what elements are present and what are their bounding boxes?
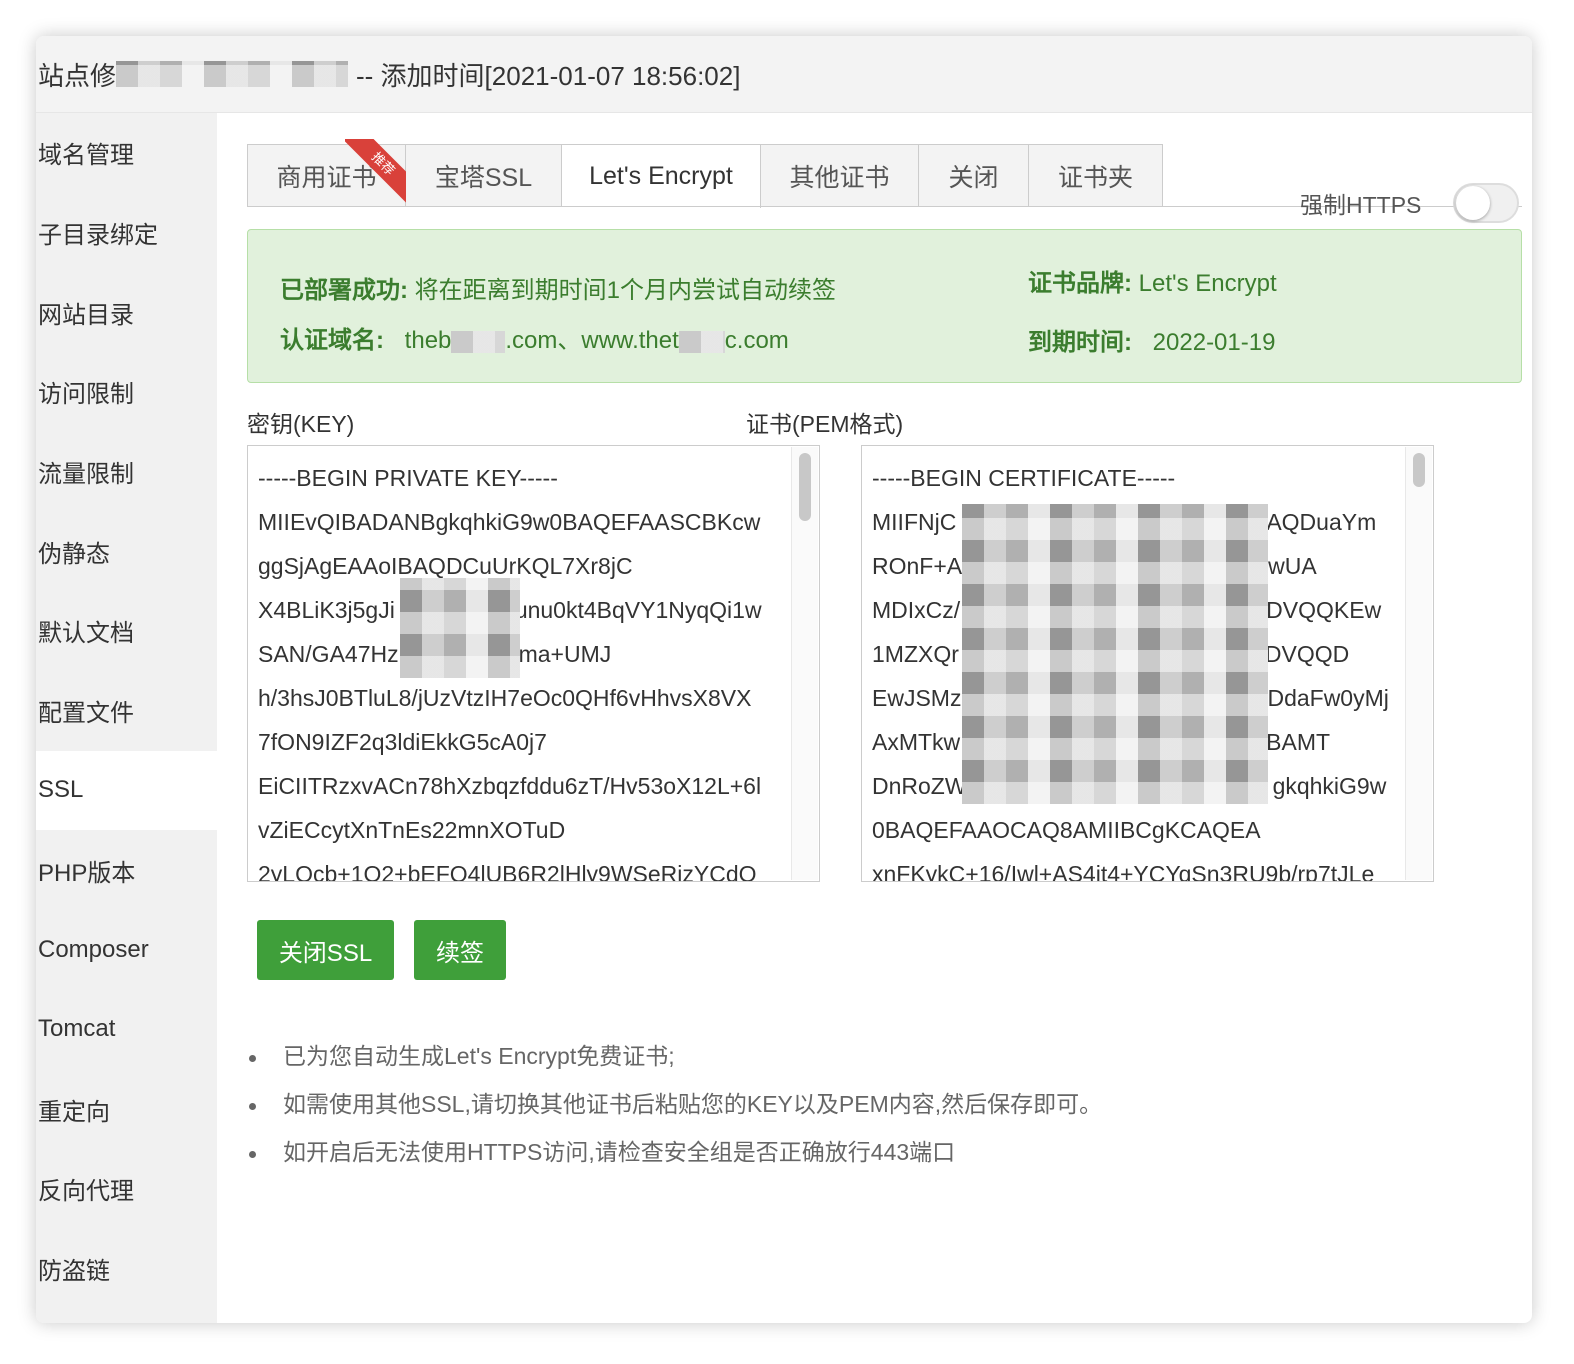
renew-button[interactable]: 续签 bbox=[414, 920, 506, 980]
key-text: -----BEGIN PRIVATE KEY----- MIIEvQIBADAN… bbox=[258, 465, 762, 882]
sidebar-item-label: SSL bbox=[38, 776, 84, 804]
cert-scrollbar[interactable] bbox=[1405, 447, 1432, 880]
recommended-badge: 推荐 bbox=[345, 139, 409, 203]
sidebar-item-php-version[interactable]: PHP版本 bbox=[36, 830, 217, 910]
tab-baota-ssl[interactable]: 宝塔SSL bbox=[406, 145, 562, 207]
key-scrollbar[interactable] bbox=[791, 447, 818, 880]
certificate-textarea[interactable]: -----BEGIN CERTIFICATE----- MIIFNjC AQDua… bbox=[861, 445, 1434, 882]
sidebar-item-label: 反向代理 bbox=[38, 1178, 134, 1206]
ssl-panel: 商用证书 推荐 宝塔SSL Let's Encrypt 其他证书 关闭 证书夹 … bbox=[217, 113, 1532, 1323]
sidebar-item-ssl[interactable]: SSL bbox=[36, 750, 217, 831]
ssl-tips-list: 已为您自动生成Let's Encrypt免费证书; 如需使用其他SSL,请切换其… bbox=[247, 1033, 1102, 1177]
sidebar-item-label: PHP版本 bbox=[38, 859, 136, 887]
sidebar-item-label: 域名管理 bbox=[38, 142, 134, 170]
key-label: 密钥(KEY) bbox=[247, 411, 355, 437]
toggle-knob bbox=[1456, 186, 1490, 220]
sidebar-item-default-doc[interactable]: 默认文档 bbox=[36, 591, 217, 671]
sidebar-item-traffic-limit[interactable]: 流量限制 bbox=[36, 432, 217, 512]
tip-item: 已为您自动生成Let's Encrypt免费证书; bbox=[247, 1033, 1102, 1081]
cert-label: 证书(PEM格式) bbox=[746, 411, 904, 437]
force-https-toggle[interactable] bbox=[1453, 183, 1519, 223]
site-settings-window: 站点修 -- 添加时间[2021-01-07 18:56:02] 域名管理 子目… bbox=[36, 36, 1532, 1323]
cert-status-alert: 已部署成功: 将在距离到期时间1个月内尝试自动续签 认证域名: theb .com… bbox=[247, 229, 1522, 383]
tab-label: 关闭 bbox=[948, 164, 999, 192]
sidebar-item-reverse-proxy[interactable]: 反向代理 bbox=[36, 1149, 217, 1229]
sidebar-item-label: 网站目录 bbox=[38, 301, 134, 329]
redacted-domain bbox=[678, 330, 725, 353]
tab-label: Let's Encrypt bbox=[589, 162, 733, 190]
sidebar-item-label: 重定向 bbox=[38, 1098, 110, 1126]
tab-lets-encrypt[interactable]: Let's Encrypt bbox=[562, 145, 761, 208]
deploy-status: 已部署成功: 将在距离到期时间1个月内尝试自动续签 bbox=[280, 277, 837, 304]
sidebar-item-label: Composer bbox=[38, 935, 149, 963]
sidebar-item-access-limit[interactable]: 访问限制 bbox=[36, 352, 217, 432]
title-added-time: -- 添加时间[2021-01-07 18:56:02] bbox=[356, 60, 741, 91]
tab-other-cert[interactable]: 其他证书 bbox=[761, 145, 919, 207]
tip-item: 如开启后无法使用HTTPS访问,请检查安全组是否正确放行443端口 bbox=[247, 1129, 1102, 1177]
sidebar-item-label: 默认文档 bbox=[38, 620, 134, 648]
sidebar-item-subdirectory[interactable]: 子目录绑定 bbox=[36, 193, 217, 273]
redacted-site-name bbox=[116, 61, 349, 87]
title-prefix: 站点修 bbox=[38, 60, 117, 91]
force-https-label: 强制HTTPS bbox=[1300, 192, 1422, 218]
tab-cert-folder[interactable]: 证书夹 bbox=[1029, 145, 1162, 207]
sidebar-item-redirect[interactable]: 重定向 bbox=[36, 1069, 217, 1149]
sidebar-item-rewrite[interactable]: 伪静态 bbox=[36, 511, 217, 591]
cert-domains: 认证域名: theb .com、www.thet c.com bbox=[280, 327, 789, 354]
tab-label: 宝塔SSL bbox=[434, 164, 533, 192]
sidebar-item-label: 配置文件 bbox=[38, 700, 134, 728]
sidebar-item-domain[interactable]: 域名管理 bbox=[36, 113, 217, 193]
sidebar-item-label: 流量限制 bbox=[38, 461, 134, 489]
sidebar-item-site-dir[interactable]: 网站目录 bbox=[36, 272, 217, 352]
tip-item: 如需使用其他SSL,请切换其他证书后粘贴您的KEY以及PEM内容,然后保存即可。 bbox=[247, 1081, 1102, 1129]
cert-expiry: 到期时间: 2022-01-19 bbox=[1028, 329, 1276, 356]
close-ssl-button[interactable]: 关闭SSL bbox=[257, 920, 394, 980]
tab-commercial-cert[interactable]: 商用证书 推荐 bbox=[248, 139, 409, 207]
tab-label: 其他证书 bbox=[789, 164, 890, 192]
sidebar-item-label: 访问限制 bbox=[38, 381, 134, 409]
sidebar-item-tomcat[interactable]: Tomcat bbox=[36, 990, 217, 1070]
cert-brand: 证书品牌: Let's Encrypt bbox=[1028, 270, 1277, 297]
window-title-bar: 站点修 -- 添加时间[2021-01-07 18:56:02] bbox=[36, 36, 1532, 113]
sidebar-item-label: 伪静态 bbox=[38, 540, 110, 568]
sidebar-item-hotlink[interactable]: 防盗链 bbox=[36, 1229, 217, 1309]
redacted-cert-block bbox=[962, 504, 1268, 804]
sidebar-item-label: 防盗链 bbox=[38, 1257, 110, 1285]
sidebar-item-label: Tomcat bbox=[38, 1015, 116, 1043]
ssl-tabs: 商用证书 推荐 宝塔SSL Let's Encrypt 其他证书 关闭 证书夹 bbox=[247, 139, 1163, 208]
redacted-domain bbox=[451, 330, 506, 353]
sidebar-item-composer[interactable]: Composer bbox=[36, 910, 217, 990]
private-key-textarea[interactable]: -----BEGIN PRIVATE KEY----- MIIEvQIBADAN… bbox=[247, 445, 820, 882]
tab-close[interactable]: 关闭 bbox=[919, 145, 1029, 207]
scroll-thumb[interactable] bbox=[799, 453, 811, 521]
tab-label: 证书夹 bbox=[1057, 164, 1133, 192]
sidebar-item-label: 子目录绑定 bbox=[38, 222, 158, 250]
scroll-thumb[interactable] bbox=[1413, 453, 1425, 487]
redacted-key-block bbox=[400, 578, 520, 678]
sidebar-item-config-file[interactable]: 配置文件 bbox=[36, 671, 217, 751]
settings-sidebar: 域名管理 子目录绑定 网站目录 访问限制 流量限制 伪静态 默认文档 配置文件 … bbox=[36, 113, 217, 1323]
